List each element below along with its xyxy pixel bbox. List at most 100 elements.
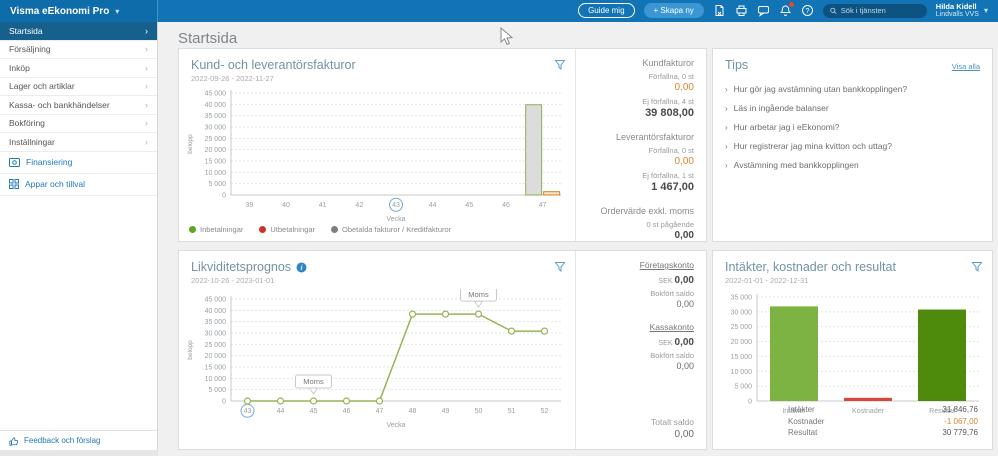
legend-dot — [259, 226, 266, 233]
svg-text:20 000: 20 000 — [731, 339, 753, 346]
topbar-actions: Guide mig + Skapa ny ? Hilda Kidell Lind… — [158, 3, 998, 20]
account-link[interactable]: Företagskonto — [588, 260, 694, 270]
svg-text:Moms: Moms — [468, 290, 489, 299]
chevron-right-icon: › — [145, 63, 148, 73]
not-due-value: 1 467,00 — [588, 181, 694, 193]
svg-text:30 000: 30 000 — [205, 331, 227, 338]
printer-icon[interactable] — [735, 4, 748, 17]
tip-link[interactable]: ›Hur registrerar jag mina kvitton och ut… — [725, 141, 980, 151]
document-icon[interactable] — [713, 4, 726, 17]
tip-link[interactable]: ›Läs in ingående balanser — [725, 103, 980, 113]
sidebar-item-startsida[interactable]: Startsida› — [0, 22, 157, 41]
sidebar-item-inkop[interactable]: Inköp › — [0, 59, 157, 78]
card-title-text: Kund- och leverantörsfakturor — [191, 58, 356, 72]
svg-text:15 000: 15 000 — [205, 159, 227, 166]
search-box[interactable] — [823, 4, 927, 18]
sidebar-link-appar-och-tillval[interactable]: Appar och tillval — [0, 174, 157, 196]
svg-text:52: 52 — [541, 408, 549, 415]
svg-text:0: 0 — [222, 399, 226, 406]
feedback-link[interactable]: Feedback och förslag — [0, 430, 157, 450]
help-icon[interactable]: ? — [801, 4, 814, 17]
svg-text:47: 47 — [376, 408, 384, 415]
svg-text:35 000: 35 000 — [731, 295, 753, 302]
bell-icon[interactable] — [779, 4, 792, 17]
app-switcher[interactable]: Visma eEkonomi Pro ▾ — [0, 0, 158, 22]
svg-text:5 000: 5 000 — [208, 387, 226, 394]
card-date-range: 2022-01-01 - 2022-12-31 — [713, 274, 992, 285]
svg-text:39: 39 — [245, 202, 253, 209]
legend-item: Inbetalningar — [189, 225, 243, 234]
svg-text:45 000: 45 000 — [205, 297, 227, 304]
app-title: Visma eEkonomi Pro — [10, 6, 109, 17]
card-tips: Tips Visa alla ›Hur gör jag avstämning u… — [712, 48, 993, 242]
result-summary-row: Intäkter31 846,76 — [788, 404, 978, 416]
svg-text:10 000: 10 000 — [205, 170, 227, 177]
card-date-range: 2022-10-26 - 2023-01-01 — [179, 274, 575, 285]
invoices-chart: 05 00010 00015 00020 00025 00030 00035 0… — [183, 83, 575, 229]
sidebar-spacer — [0, 196, 157, 431]
booked-balance-value: 0,00 — [588, 361, 694, 371]
card-title: Kund- och leverantörsfakturor — [179, 49, 575, 72]
chart-legend: Inbetalningar Utbetalningar Obetalda fak… — [189, 225, 451, 234]
user-menu[interactable]: Hilda Kidell Lindvalls VVS ▾ — [936, 3, 988, 20]
view-all-link[interactable]: Visa alla — [952, 62, 980, 71]
booked-balance-label: Bokfört saldo — [588, 289, 694, 298]
summary-value: -1 067,00 — [944, 416, 978, 428]
result-summary-row: Resultat30 779,76 — [788, 427, 978, 439]
tip-text: Avstämning med bankkopplingen — [734, 160, 859, 170]
tips-list: ›Hur gör jag avstämning utan bankkopplin… — [713, 72, 992, 170]
invoices-chart-zone: Kund- och leverantörsfakturor 2022-09-26… — [179, 49, 575, 241]
sidebar-item-label: Inköp — [9, 63, 30, 73]
tip-link[interactable]: ›Avstämning med bankkopplingen — [725, 160, 980, 170]
chevron-right-icon: › — [145, 26, 148, 36]
create-new-button[interactable]: + Skapa ny — [644, 3, 704, 18]
main-content: Startsida Kund- och leverantörsfakturor … — [158, 22, 998, 456]
sidebar-link-finansiering[interactable]: Finansiering — [0, 152, 157, 174]
account-link[interactable]: Kassakonto — [588, 322, 694, 332]
tip-text: Hur arbetar jag i eEkonomi? — [734, 122, 840, 132]
svg-text:20 000: 20 000 — [205, 147, 227, 154]
chevron-right-icon: › — [145, 118, 148, 128]
summary-value: 30 779,76 — [942, 427, 978, 439]
svg-text:49: 49 — [442, 408, 450, 415]
sidebar-item-kassa-och-bankhandelser[interactable]: Kassa- och bankhändelser› — [0, 96, 157, 115]
svg-text:40 000: 40 000 — [205, 102, 227, 109]
svg-text:35 000: 35 000 — [205, 113, 227, 120]
not-due-value: 39 808,00 — [588, 107, 694, 119]
legend-label: Utbetalningar — [270, 225, 315, 234]
guide-me-button[interactable]: Guide mig — [578, 3, 634, 18]
tips-header: Tips Visa alla — [713, 49, 992, 72]
svg-text:5 000: 5 000 — [208, 181, 226, 188]
feedback-label: Feedback och förslag — [24, 436, 101, 445]
svg-text:0: 0 — [748, 399, 752, 406]
sidebar-item-bokforing[interactable]: Bokföring› — [0, 115, 157, 134]
overdue-label: Förfallna, 0 st — [588, 146, 694, 155]
svg-text:45 000: 45 000 — [205, 91, 227, 98]
svg-text:Moms: Moms — [303, 377, 324, 386]
tip-link[interactable]: ›Hur gör jag avstämning utan bankkopplin… — [725, 84, 980, 94]
booked-balance-value: 0,00 — [588, 299, 694, 309]
chevron-right-icon: › — [145, 100, 148, 110]
currency-label: SEK — [659, 340, 673, 347]
svg-text:40: 40 — [282, 202, 290, 209]
filter-icon[interactable] — [971, 260, 983, 278]
svg-text:41: 41 — [319, 202, 327, 209]
currency-label: SEK — [659, 278, 673, 285]
search-input[interactable] — [841, 6, 920, 15]
svg-text:50: 50 — [475, 408, 483, 415]
sidebar-item-installningar[interactable]: Inställningar› — [0, 133, 157, 152]
svg-text:Vecka: Vecka — [386, 422, 405, 429]
card-title: Intäkter, kostnader och resultat — [713, 251, 992, 274]
sidebar-link-label: Finansiering — [26, 157, 72, 167]
chat-icon[interactable] — [757, 4, 770, 17]
sidebar-item-lager-och-artiklar[interactable]: Lager och artiklar› — [0, 78, 157, 97]
user-name: Hilda Kidell — [936, 3, 979, 12]
overdue-value: 0,00 — [588, 82, 694, 93]
tip-link[interactable]: ›Hur arbetar jag i eEkonomi? — [725, 122, 980, 132]
order-value: 0,00 — [588, 230, 694, 241]
legend-dot — [331, 226, 338, 233]
filter-icon[interactable] — [554, 58, 566, 76]
filter-icon[interactable] — [554, 260, 566, 278]
sidebar-item-forsaljning[interactable]: Försäljning› — [0, 41, 157, 60]
info-icon[interactable]: i — [296, 262, 307, 273]
